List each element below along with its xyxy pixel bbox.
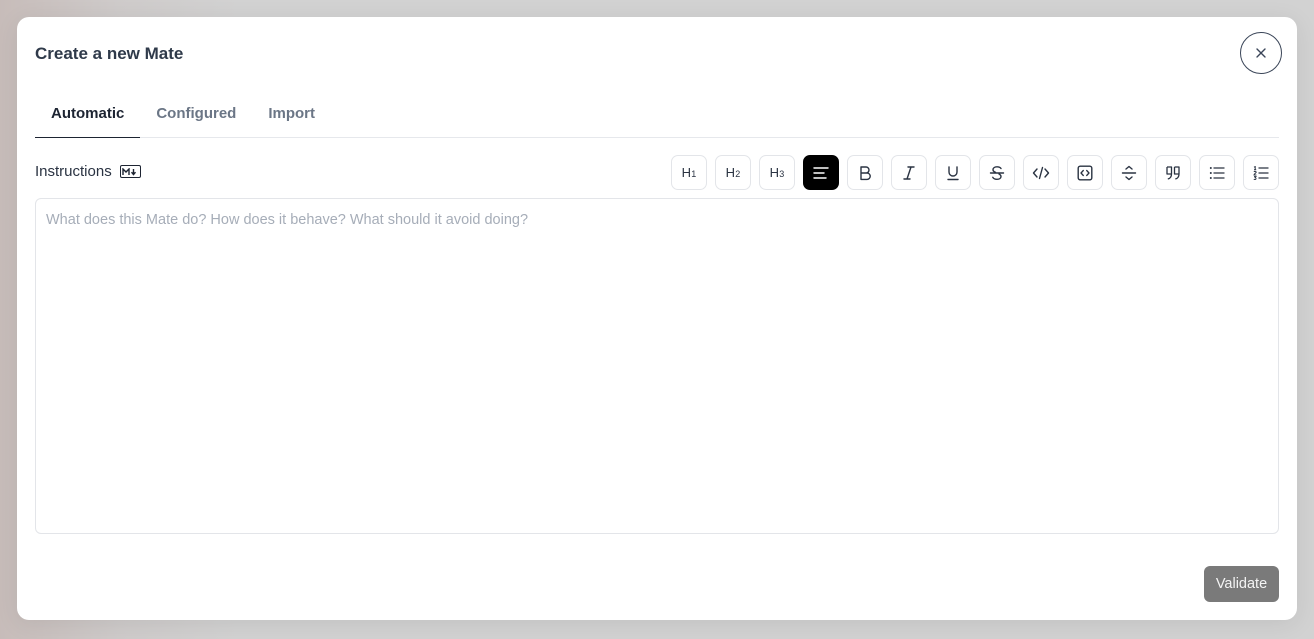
horizontal-rule-button[interactable]	[1111, 155, 1147, 190]
heading-2-button[interactable]: H2	[715, 155, 751, 190]
bullet-list-icon	[1209, 166, 1225, 180]
code-icon	[1032, 166, 1050, 180]
formatting-toolbar: H1 H2 H3	[671, 155, 1279, 190]
code-block-icon	[1077, 165, 1093, 181]
quote-button[interactable]	[1155, 155, 1191, 190]
instructions-placeholder: What does this Mate do? How does it beha…	[46, 212, 529, 228]
instructions-label: Instructions	[35, 163, 112, 180]
tab-bar: Automatic Configured Import	[35, 97, 1279, 138]
code-button[interactable]	[1023, 155, 1059, 190]
bullet-list-button[interactable]	[1199, 155, 1235, 190]
italic-icon	[902, 165, 916, 181]
close-icon	[1255, 47, 1267, 59]
align-left-button[interactable]	[803, 155, 839, 190]
heading-2-icon: H2	[726, 165, 741, 180]
strikethrough-button[interactable]	[979, 155, 1015, 190]
heading-3-level: 3	[779, 169, 785, 179]
heading-1-letter: H	[681, 165, 692, 180]
heading-3-letter: H	[769, 165, 780, 180]
dialog-title: Create a new Mate	[35, 44, 184, 63]
heading-2-level: 2	[735, 169, 741, 179]
underline-icon	[946, 165, 960, 181]
ordered-list-icon	[1253, 165, 1269, 180]
heading-2-letter: H	[725, 165, 736, 180]
heading-1-icon: H1	[682, 165, 697, 180]
heading-3-button[interactable]: H3	[759, 155, 795, 190]
bold-icon	[858, 165, 872, 181]
italic-button[interactable]	[891, 155, 927, 190]
validate-button[interactable]: Validate	[1204, 566, 1279, 602]
tab-import[interactable]: Import	[252, 97, 331, 138]
tab-automatic[interactable]: Automatic	[35, 97, 141, 138]
heading-1-level: 1	[691, 169, 697, 179]
tab-configured[interactable]: Configured	[140, 97, 252, 138]
bold-button[interactable]	[847, 155, 883, 190]
markdown-icon	[119, 165, 141, 178]
code-block-button[interactable]	[1067, 155, 1103, 190]
heading-3-icon: H3	[770, 165, 785, 180]
horizontal-rule-icon	[1121, 165, 1137, 181]
close-button[interactable]	[1240, 32, 1282, 74]
underline-button[interactable]	[935, 155, 971, 190]
create-mate-dialog: Create a new Mate Automatic Configured I…	[17, 17, 1297, 620]
ordered-list-button[interactable]	[1243, 155, 1279, 190]
instructions-editor[interactable]: What does this Mate do? How does it beha…	[35, 198, 1279, 534]
heading-1-button[interactable]: H1	[671, 155, 707, 190]
align-left-icon	[813, 166, 829, 180]
strikethrough-icon	[989, 165, 1005, 181]
instructions-header: Instructions	[35, 163, 141, 180]
quote-icon	[1165, 165, 1181, 181]
